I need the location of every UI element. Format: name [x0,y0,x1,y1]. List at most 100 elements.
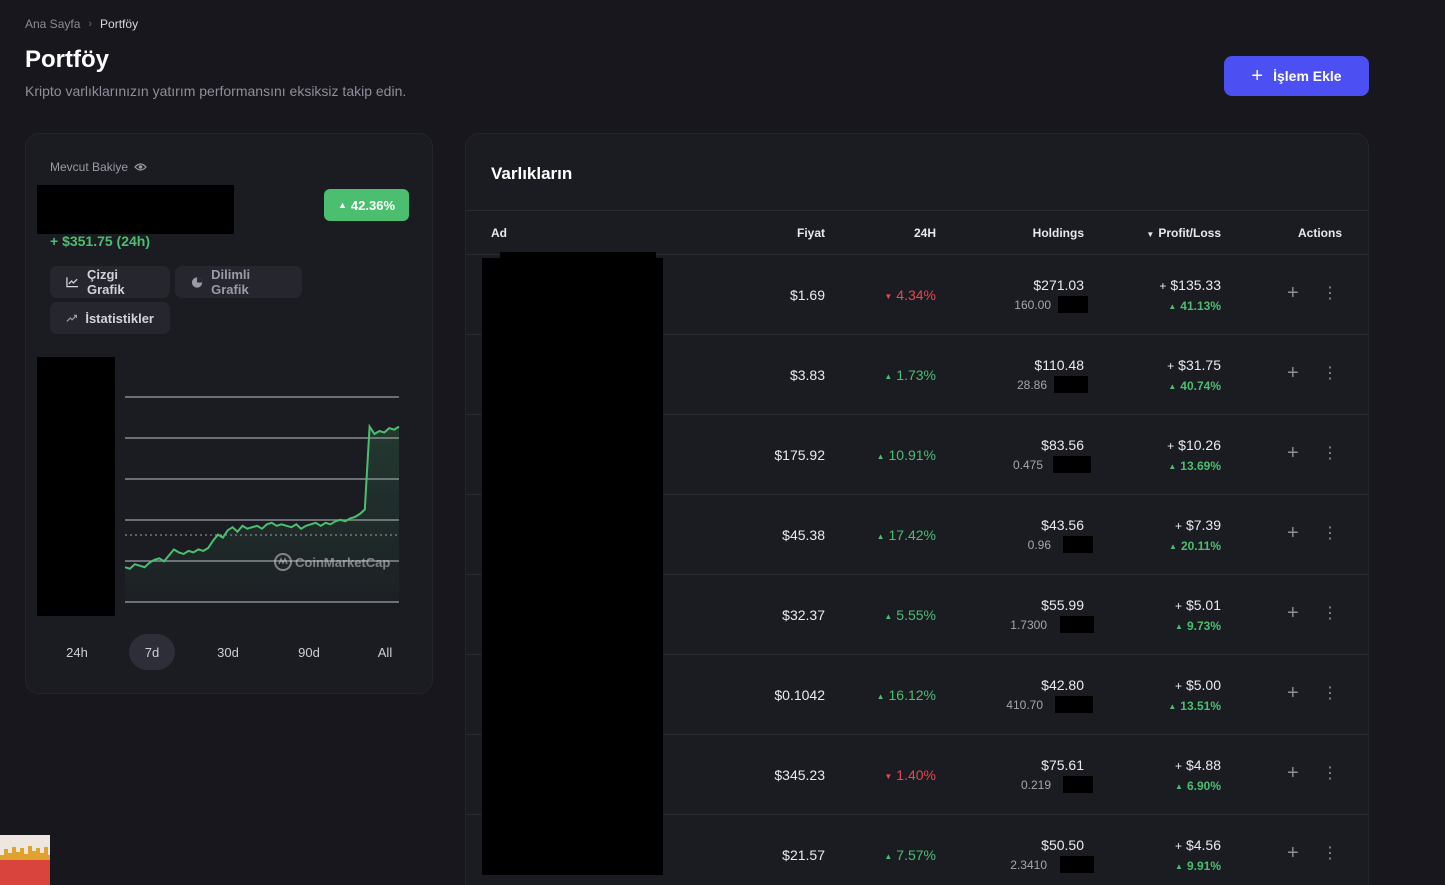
asset-profit-loss-value: $135.33 [1170,277,1221,293]
asset-profit-loss-pct: ▲ 9.91% [1175,859,1221,873]
asset-profit-loss-pct-value: 13.51% [1180,699,1221,713]
range-tab-30d[interactable]: 30d [205,634,251,670]
asset-symbol-redacted [1063,776,1093,793]
asset-profit-loss-pct-value: 6.90% [1186,779,1221,793]
triangle-up-icon: ▲ [1168,302,1177,311]
more-options-icon[interactable]: ⋮ [1322,443,1338,463]
line-chart-button[interactable]: Çizgi Grafik [50,266,170,298]
range-tab-7d[interactable]: 7d [129,634,175,670]
asset-24h-value: 10.91% [888,447,936,463]
breadcrumb: Ana Sayfa › Portföy [25,17,138,31]
asset-24h-change: ▲ 17.42% [877,527,936,543]
balance-value-redacted [37,185,234,234]
column-name[interactable]: Ad [491,226,507,240]
triangle-up-icon: ▲ [1169,542,1177,551]
triangle-up-icon: ▲ [337,200,347,210]
add-transaction-icon[interactable]: + [1287,282,1299,305]
triangle-up-icon: ▲ [1168,382,1177,391]
plus-icon: + [1174,759,1182,773]
asset-profit-loss-pct: ▲ 20.11% [1169,539,1221,553]
add-transaction-icon[interactable]: + [1287,362,1299,385]
more-options-icon[interactable]: ⋮ [1322,843,1338,863]
asset-price: $45.38 [782,527,825,543]
asset-profit-loss: + $135.33 [1159,277,1221,293]
statistics-button[interactable]: İstatistikler [50,302,170,334]
asset-profit-loss-pct: ▲ 13.51% [1168,699,1221,713]
asset-holdings-qty: 0.475 [1012,458,1043,472]
triangle-up-icon: ▲ [1168,702,1177,711]
add-transaction-icon[interactable]: + [1287,762,1299,785]
asset-holdings-value: $42.80 [1041,677,1084,693]
asset-24h-change: ▲ 7.57% [884,847,936,863]
asset-profit-loss-pct-value: 41.13% [1180,299,1221,313]
column-actions: Actions [1298,226,1343,240]
add-transaction-icon[interactable]: + [1287,682,1299,705]
column-holdings[interactable]: Holdings [1033,226,1084,240]
add-transaction-icon[interactable]: + [1287,842,1299,865]
add-transaction-icon[interactable]: + [1287,602,1299,625]
balance-change-badge: ▲ 42.36% [324,189,409,221]
asset-holdings-qty: 28.86 [1016,378,1047,392]
column-profit-loss[interactable]: ▼ Profit/Loss [1146,226,1221,240]
portfolio-page: Ana Sayfa › Portföy Portföy Kripto varlı… [0,0,1445,885]
asset-profit-loss-value: $4.56 [1185,837,1221,853]
plus-icon: + [1159,279,1167,293]
plus-icon: + [1251,65,1264,87]
add-transaction-button[interactable]: + İşlem Ekle [1224,56,1369,96]
triangle-up-icon: ▲ [876,532,885,541]
asset-holdings-qty: 0.96 [1027,538,1051,552]
asset-24h-value: 1.73% [896,367,936,383]
range-tab-90d[interactable]: 90d [286,634,332,670]
asset-profit-loss-value: $4.88 [1185,757,1221,773]
triangle-up-icon: ▲ [884,852,893,861]
asset-24h-change: ▲ 16.12% [877,687,936,703]
add-transaction-icon[interactable]: + [1287,522,1299,545]
triangle-up-icon: ▲ [876,452,885,461]
asset-profit-loss: + $10.26 [1167,437,1221,453]
asset-holdings-qty: 160.00 [1014,298,1051,312]
asset-profit-loss-value: $5.00 [1185,677,1221,693]
asset-price: $175.92 [774,447,825,463]
asset-profit-loss: + $31.75 [1167,357,1221,373]
more-options-icon[interactable]: ⋮ [1322,283,1338,303]
plus-icon: + [1167,359,1175,373]
asset-holdings-qty: 0.219 [1020,778,1051,792]
pie-chart-button[interactable]: Dilimli Grafik [175,266,302,298]
chart-watermark: CoinMarketCap [295,555,390,570]
range-tab-all[interactable]: All [362,634,408,670]
pie-chart-label: Dilimli Grafik [211,267,251,297]
plus-icon: + [1167,439,1175,453]
asset-price: $32.37 [782,607,825,623]
asset-profit-loss-pct-value: 13.69% [1180,459,1221,473]
asset-price: $3.83 [789,367,825,383]
balance-change-pct: 42.36% [350,197,395,213]
asset-symbol-redacted [1060,616,1094,633]
add-transaction-icon[interactable]: + [1287,442,1299,465]
chevron-right-icon: › [88,18,93,30]
asset-holdings-qty: 1.7300 [1010,618,1047,632]
asset-24h-value: 17.42% [888,527,936,543]
triangle-up-icon: ▲ [884,612,893,621]
column-profit-loss-label: Profit/Loss [1158,226,1221,240]
more-options-icon[interactable]: ⋮ [1322,763,1338,783]
more-options-icon[interactable]: ⋮ [1322,363,1338,383]
asset-profit-loss-value: $5.01 [1185,597,1221,613]
assets-table-header: Ad Fiyat 24H Holdings ▼ Profit/Loss Actio… [466,210,1368,255]
breadcrumb-home[interactable]: Ana Sayfa [25,17,80,31]
asset-symbol-redacted [1054,376,1088,393]
eye-icon[interactable] [134,162,147,172]
add-transaction-label: İşlem Ekle [1273,68,1342,84]
more-options-icon[interactable]: ⋮ [1322,603,1338,623]
asset-profit-loss-pct: ▲ 6.90% [1175,779,1221,793]
range-tab-24h[interactable]: 24h [54,634,100,670]
asset-profit-loss-pct: ▲ 9.73% [1175,619,1221,633]
triangle-down-icon: ▼ [884,772,893,781]
more-options-icon[interactable]: ⋮ [1322,683,1338,703]
more-options-icon[interactable]: ⋮ [1322,523,1338,543]
asset-holdings-value: $271.03 [1033,277,1084,293]
plus-icon: + [1174,679,1182,693]
column-price[interactable]: Fiyat [797,226,825,240]
column-24h[interactable]: 24H [914,226,936,240]
asset-holdings-value: $110.48 [1034,357,1084,373]
asset-profit-loss-pct-value: 40.74% [1180,379,1221,393]
